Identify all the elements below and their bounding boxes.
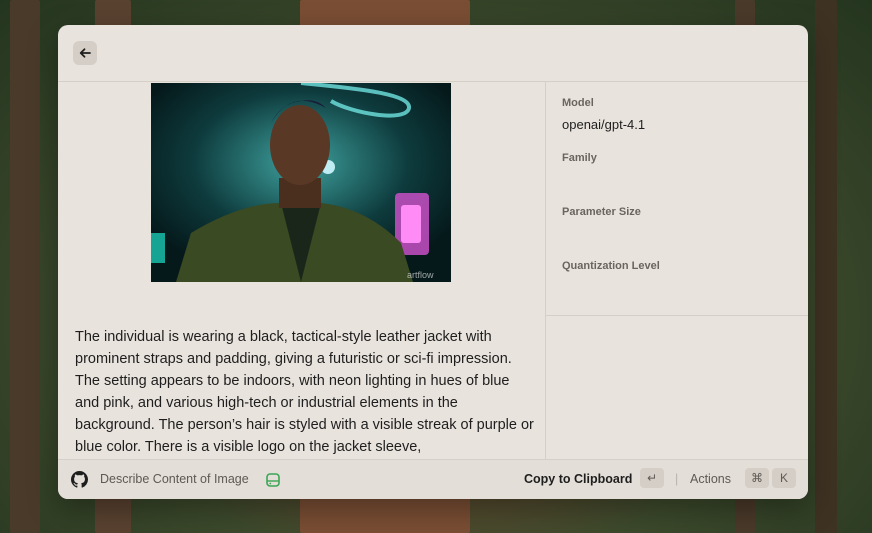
background-trunk [10,0,40,533]
copy-to-clipboard-button[interactable]: Copy to Clipboard [524,472,632,486]
metadata-pane: Model openai/gpt-4.1 Family Parameter Si… [545,82,808,460]
family-label: Family [562,152,597,164]
action-bar: Describe Content of Image Copy to Clipbo… [58,459,808,499]
back-button[interactable] [73,41,97,65]
github-icon[interactable] [71,471,88,488]
enter-key-hint: ↵ [640,468,664,488]
k-key-hint: K [772,468,796,488]
quantization-label: Quantization Level [562,260,660,272]
model-field: Model openai/gpt-4.1 [562,97,645,132]
parameter-size-field: Parameter Size [562,206,641,226]
command-key-hint: ⌘ [745,468,769,488]
model-label: Model [562,97,594,109]
quantization-field: Quantization Level [562,260,660,280]
parameter-size-label: Parameter Size [562,206,641,218]
footer-separator: | [675,472,679,486]
family-field: Family [562,152,597,172]
image-watermark: artflow [407,270,434,280]
background-trunk [815,0,837,533]
top-bar [58,25,808,82]
actions-button[interactable]: Actions [690,472,731,486]
drive-icon [266,473,280,487]
portrait-illustration: artflow [151,83,451,282]
extension-window: artflow The individual is wearing a blac… [58,25,808,499]
model-value: openai/gpt-4.1 [562,117,646,132]
content-pane: artflow The individual is wearing a blac… [58,82,545,460]
arrow-left-icon [79,48,91,58]
metadata-divider [546,315,808,316]
described-image: artflow [151,83,451,282]
command-title: Describe Content of Image [100,472,249,486]
image-description: The individual is wearing a black, tacti… [75,329,534,455]
